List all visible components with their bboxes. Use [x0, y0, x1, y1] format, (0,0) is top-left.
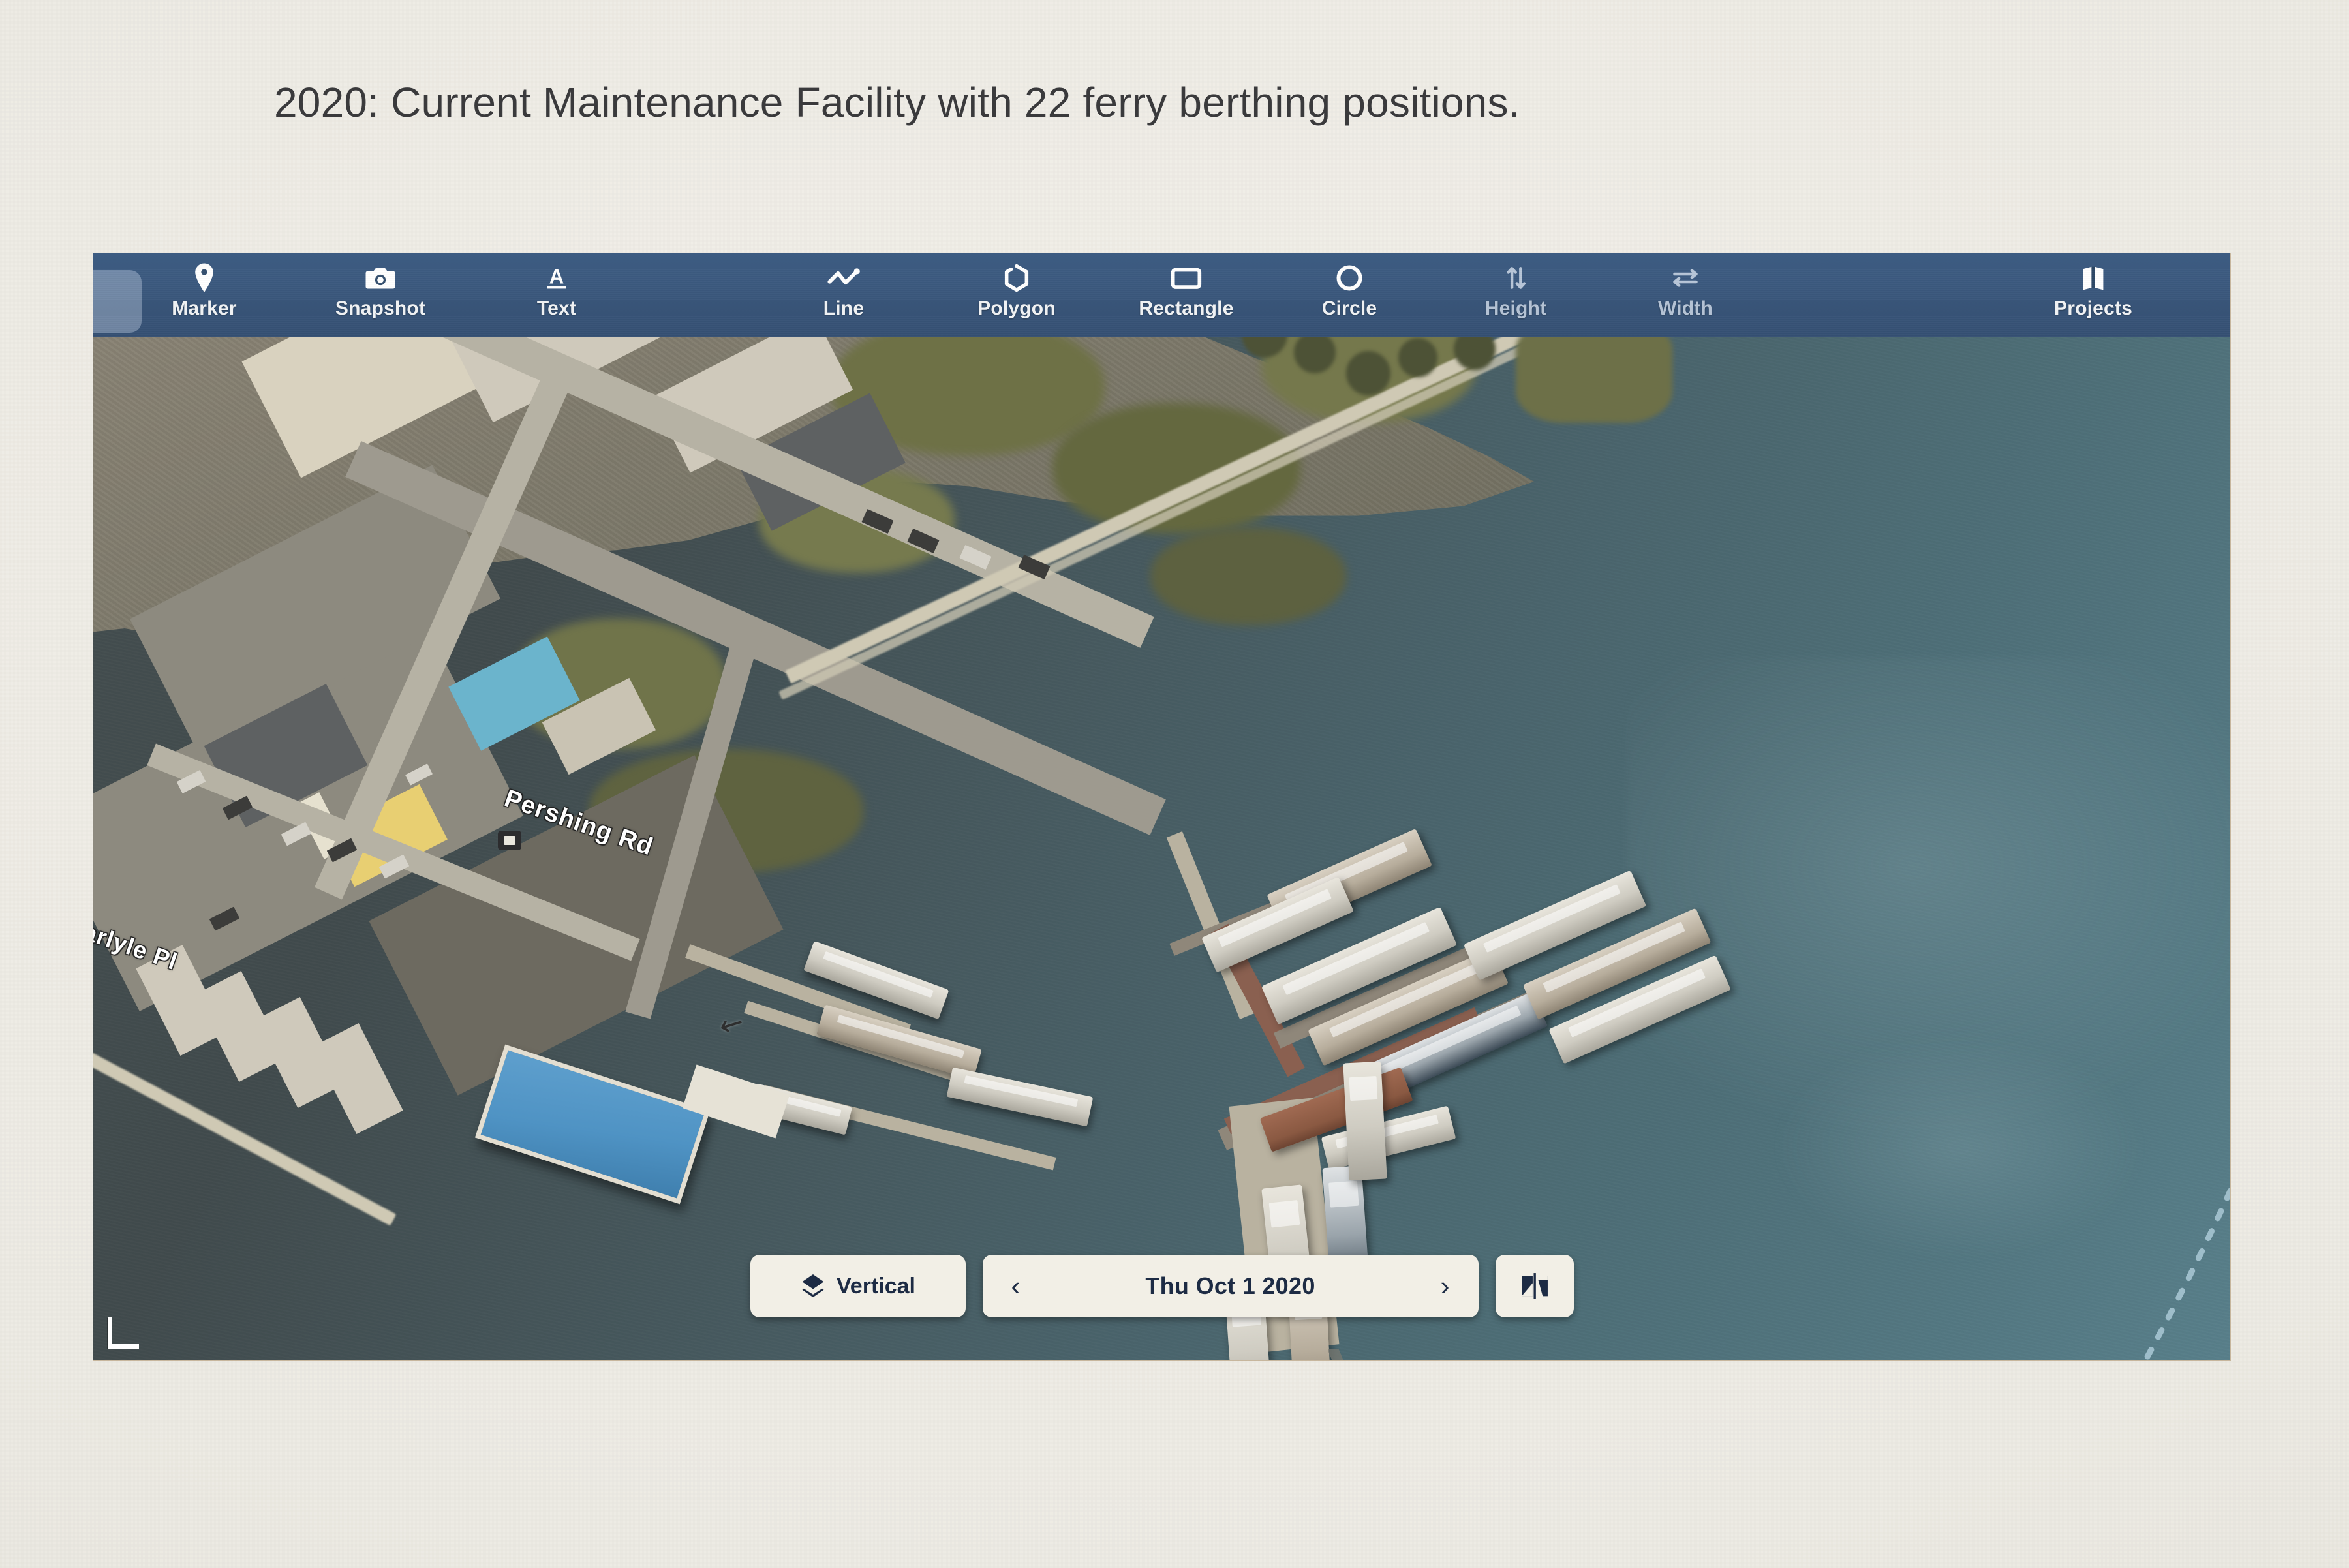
date-navigator: ‹ Thu Oct 1 2020 › [982, 1255, 1479, 1317]
tool-polygon[interactable]: Polygon [955, 262, 1079, 320]
tool-height[interactable]: Height [1454, 262, 1578, 320]
toolbar-back-button[interactable] [93, 270, 142, 333]
map-application-window: ↙ Pershing Rd arlyle Pl Marker Snapshot … [93, 253, 2230, 1360]
map-bottom-controls: Vertical ‹ Thu Oct 1 2020 › [93, 1255, 2230, 1317]
compare-split-button[interactable] [1495, 1255, 1574, 1317]
tool-text[interactable]: A Text [495, 262, 619, 320]
tool-circle-label: Circle [1321, 298, 1377, 319]
map-poi-marker[interactable] [498, 831, 521, 850]
chevron-right-icon[interactable]: › [1434, 1270, 1456, 1302]
tree [1294, 331, 1336, 373]
tool-height-label: Height [1484, 298, 1547, 319]
tool-rectangle[interactable]: Rectangle [1124, 262, 1248, 320]
tool-circle[interactable]: Circle [1287, 262, 1411, 320]
svg-text:A: A [549, 266, 564, 288]
ferry-deck [1328, 1180, 1359, 1208]
tool-snapshot-label: Snapshot [335, 298, 426, 319]
ferry-vessel [1343, 1061, 1387, 1181]
split-compare-icon [1518, 1271, 1551, 1301]
tool-snapshot[interactable]: Snapshot [318, 262, 442, 320]
tool-width-label: Width [1657, 298, 1713, 319]
tool-rectangle-label: Rectangle [1139, 298, 1234, 319]
tool-polygon-label: Polygon [977, 298, 1056, 319]
polyline-icon [827, 262, 861, 294]
slide-title: 2020: Current Maintenance Facility with … [274, 79, 1520, 126]
circle-icon [1335, 262, 1364, 294]
measure-mode-label: Vertical [837, 1273, 915, 1299]
map-toolbar: Marker Snapshot A Text Line Polygon Rect… [93, 253, 2230, 337]
tree [1346, 351, 1390, 395]
tool-projects-label: Projects [2054, 298, 2132, 319]
ferry-deck [1268, 1199, 1300, 1228]
text-a-icon: A [544, 262, 570, 294]
chevron-left-icon[interactable]: ‹ [1005, 1270, 1027, 1302]
horizontal-arrows-icon [1670, 262, 1701, 294]
tool-line[interactable]: Line [782, 262, 906, 320]
tool-width[interactable]: Width [1623, 262, 1747, 320]
tree [1398, 338, 1437, 377]
breakwater [1320, 1344, 1437, 1360]
open-book-icon [2080, 262, 2107, 294]
tool-marker-label: Marker [172, 298, 237, 319]
polygon-icon [1004, 262, 1030, 294]
poi-glyph [504, 836, 515, 845]
tool-line-label: Line [823, 298, 865, 319]
layers-diamond-icon [800, 1272, 826, 1300]
map-corner-bracket [108, 1317, 139, 1349]
satellite-map-canvas[interactable]: ↙ Pershing Rd arlyle Pl [93, 253, 2230, 1360]
tool-text-label: Text [536, 298, 577, 319]
ferry-deck [1349, 1075, 1378, 1101]
current-date-label: Thu Oct 1 2020 [1145, 1272, 1315, 1299]
map-pin-icon [192, 262, 217, 294]
camera-icon [365, 262, 396, 294]
buoy-line [1966, 1088, 2230, 1360]
measure-mode-button[interactable]: Vertical [750, 1255, 966, 1317]
tool-marker[interactable]: Marker [142, 262, 266, 320]
vegetation-patch [1150, 527, 1346, 625]
vertical-arrows-icon [1503, 262, 1529, 294]
rectangle-icon [1170, 262, 1203, 294]
tool-projects[interactable]: Projects [2031, 262, 2155, 320]
